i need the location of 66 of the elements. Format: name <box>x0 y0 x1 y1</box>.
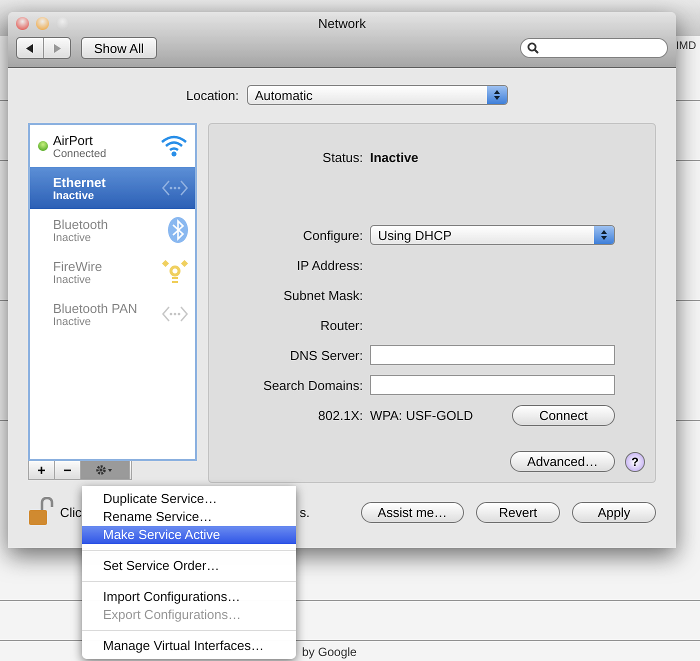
show-all-button[interactable]: Show All <box>81 37 157 59</box>
menu-item[interactable]: Make Service Active <box>82 526 296 544</box>
padlock-icon <box>28 497 54 527</box>
service-item[interactable]: Bluetooth Inactive <box>30 209 195 251</box>
service-name: Bluetooth PAN <box>53 300 138 316</box>
menu-item[interactable]: Manage Virtual Interfaces… <box>82 637 296 655</box>
firewire-icon <box>161 258 189 286</box>
dialog-button[interactable]: Revert <box>476 502 560 522</box>
service-status: Inactive <box>53 190 95 202</box>
help-button[interactable]: ? <box>625 452 645 472</box>
service-item[interactable]: Bluetooth PAN Inactive <box>30 293 195 335</box>
right-triangle-icon <box>53 44 61 52</box>
background-text: by Google <box>302 645 357 659</box>
service-item[interactable]: FireWire Inactive <box>30 251 195 293</box>
service-name: AirPort <box>53 132 94 148</box>
input-field[interactable] <box>370 375 615 395</box>
lock-text: s. <box>300 504 310 520</box>
service-status: Inactive <box>53 274 92 286</box>
minimize-button[interactable] <box>36 16 49 30</box>
status-label: Status: <box>322 150 363 164</box>
configure-label: Configure: <box>302 228 363 242</box>
dot1x-value: WPA: USF-GOLD <box>370 408 474 422</box>
dot1x-label: 802.1X: <box>317 408 363 422</box>
location-popup[interactable]: Automatic <box>246 85 508 105</box>
location-label: Location: <box>186 88 239 102</box>
connect-button[interactable]: Connect <box>512 404 615 426</box>
field-label: Router: <box>319 318 363 332</box>
service-item[interactable]: Ethernet Inactive <box>30 167 195 209</box>
service-name: Ethernet <box>53 174 107 190</box>
search-icon <box>527 42 539 54</box>
action-menu-button[interactable] <box>81 461 130 479</box>
menu-item[interactable]: Rename Service… <box>82 508 296 526</box>
arrows-icon <box>161 179 189 197</box>
field-label: Subnet Mask: <box>282 288 363 302</box>
dialog-button[interactable]: Assist me… <box>360 502 464 522</box>
menu-item[interactable]: Duplicate Service… <box>82 490 296 508</box>
service-status: Inactive <box>53 316 92 328</box>
close-button[interactable] <box>16 16 29 30</box>
configure-popup[interactable]: Using DHCP <box>370 225 615 245</box>
gear-icon <box>95 464 115 476</box>
menu-item[interactable]: Set Service Order… <box>82 557 296 575</box>
advanced-button[interactable]: Advanced… <box>510 451 615 472</box>
stepper-arrows-icon <box>486 86 507 104</box>
service-status: Inactive <box>53 232 92 244</box>
menu-item[interactable]: Import Configurations… <box>82 588 296 606</box>
stepper-arrows-icon <box>594 226 614 244</box>
service-name: Bluetooth <box>53 216 109 232</box>
window-title: Network <box>317 16 367 30</box>
status-dot <box>38 141 48 151</box>
service-item[interactable]: AirPort Connected <box>30 125 195 167</box>
add-button[interactable]: + <box>29 461 55 479</box>
field-label: IP Address: <box>296 258 363 272</box>
background-text: IMD <box>676 40 696 52</box>
dialog-button[interactable]: Apply <box>572 502 656 522</box>
service-name: FireWire <box>53 258 104 274</box>
status-value: Inactive <box>370 150 420 164</box>
lock-text: Clic <box>60 504 82 520</box>
wifi-icon <box>159 133 189 159</box>
arrows-icon <box>161 305 189 323</box>
field-label: DNS Server: <box>289 348 363 362</box>
search-field[interactable] <box>520 38 668 58</box>
bluetooth-icon <box>167 216 189 244</box>
input-field[interactable] <box>370 345 615 365</box>
service-status: Connected <box>53 148 108 160</box>
field-label: Search Domains: <box>262 378 363 392</box>
left-triangle-icon <box>26 44 34 52</box>
